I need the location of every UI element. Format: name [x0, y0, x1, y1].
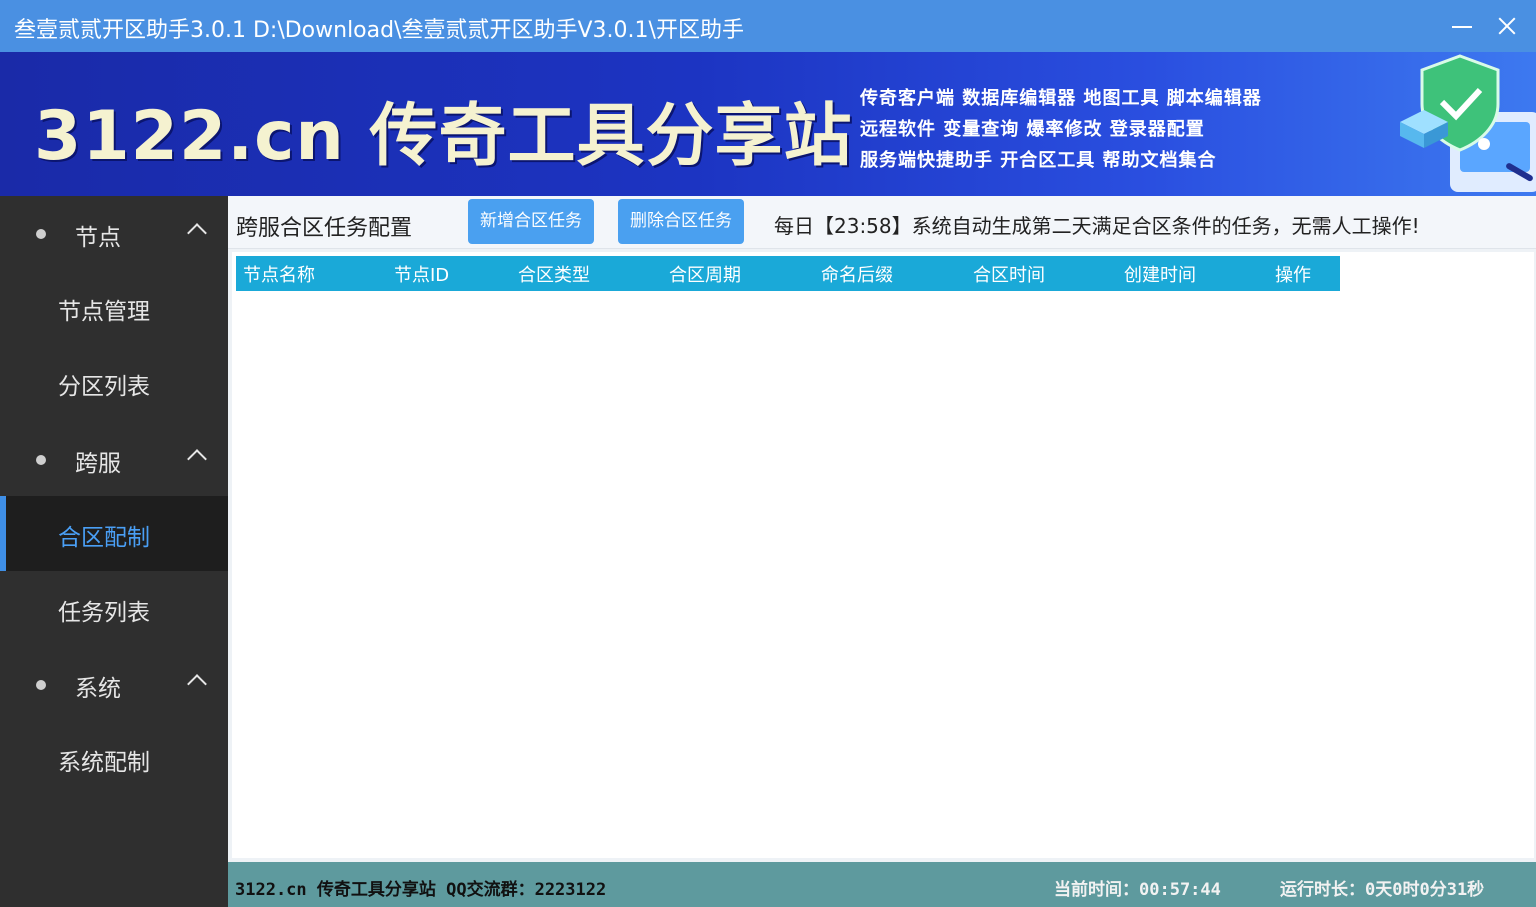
- status-bar: 3122.cn 传奇工具分享站 QQ交流群：2223122 当前时间：00:57…: [228, 862, 1536, 907]
- bullet-icon: [36, 229, 46, 239]
- sidebar: 节点 节点管理 分区列表 跨服 合区配制 任务列表 系统 系统配制: [0, 196, 228, 907]
- column-header-merge-type[interactable]: 合区类型: [518, 261, 590, 287]
- close-icon[interactable]: [1489, 8, 1525, 44]
- delete-merge-task-button[interactable]: 删除合区任务: [618, 199, 744, 244]
- sidebar-group-label: 系统: [75, 676, 121, 702]
- column-header-merge-cycle[interactable]: 合区周期: [669, 261, 741, 287]
- banner-feature-line: 传奇客户端 数据库编辑器 地图工具 脚本编辑器: [860, 88, 1262, 109]
- security-illustration-icon: [1400, 54, 1536, 192]
- title-bar: 叁壹贰贰开区助手3.0.1 D:\Download\叁壹贰贰开区助手V3.0.1…: [0, 0, 1536, 52]
- banner-logo-text: 3122.cn 传奇工具分享站: [34, 97, 853, 176]
- sidebar-item-label: 合区配制: [58, 525, 150, 551]
- schedule-notice: 每日【23:58】系统自动生成第二天满足合区条件的任务，无需人工操作!: [774, 214, 1420, 238]
- status-current-time: 当前时间：00:57:44: [1054, 880, 1221, 900]
- sidebar-item-system-config[interactable]: 系统配制: [0, 721, 228, 796]
- sidebar-item-task-list[interactable]: 任务列表: [0, 571, 228, 646]
- banner-feature-line: 远程软件 变量查询 爆率修改 登录器配置: [860, 119, 1205, 140]
- table-header: 节点名称 节点ID 合区类型 合区周期 命名后缀 合区时间 创建时间 操作: [236, 256, 1340, 291]
- sidebar-item-label: 分区列表: [58, 374, 150, 400]
- sidebar-item-partition-list[interactable]: 分区列表: [0, 345, 228, 420]
- task-table[interactable]: 节点名称 节点ID 合区类型 合区周期 命名后缀 合区时间 创建时间 操作: [232, 252, 1534, 858]
- minimize-icon[interactable]: [1444, 8, 1480, 44]
- bullet-icon: [36, 455, 46, 465]
- main-panel: 跨服合区任务配置 新增合区任务 删除合区任务 每日【23:58】系统自动生成第二…: [228, 196, 1536, 862]
- sidebar-item-merge-config[interactable]: 合区配制: [0, 496, 228, 571]
- sidebar-item-label: 任务列表: [58, 600, 150, 626]
- status-run-time: 运行时长：0天0时0分31秒: [1280, 880, 1485, 900]
- chevron-up-icon[interactable]: [187, 674, 207, 694]
- sidebar-item-label: 系统配制: [58, 750, 150, 776]
- bullet-icon: [36, 680, 46, 690]
- chevron-up-icon[interactable]: [187, 223, 207, 243]
- column-header-node-id[interactable]: 节点ID: [394, 261, 449, 287]
- status-site-info: 3122.cn 传奇工具分享站 QQ交流群：2223122: [235, 880, 607, 900]
- column-header-created-time[interactable]: 创建时间: [1124, 261, 1196, 287]
- sidebar-group-label: 跨服: [75, 451, 121, 477]
- add-merge-task-button[interactable]: 新增合区任务: [468, 199, 594, 244]
- banner-feature-line: 服务端快捷助手 开合区工具 帮助文档集合: [860, 150, 1217, 171]
- sidebar-item-node-management[interactable]: 节点管理: [0, 270, 228, 345]
- column-header-actions[interactable]: 操作: [1275, 261, 1311, 287]
- active-indicator: [0, 496, 6, 571]
- window-title: 叁壹贰贰开区助手3.0.1 D:\Download\叁壹贰贰开区助手V3.0.1…: [14, 18, 744, 43]
- column-header-node-name[interactable]: 节点名称: [243, 261, 315, 287]
- column-header-name-suffix[interactable]: 命名后缀: [821, 261, 893, 287]
- toolbar: 跨服合区任务配置 新增合区任务 删除合区任务 每日【23:58】系统自动生成第二…: [228, 196, 1536, 249]
- page-title: 跨服合区任务配置: [236, 216, 413, 241]
- sidebar-group-node[interactable]: 节点: [0, 196, 228, 270]
- sidebar-group-label: 节点: [75, 225, 121, 251]
- chevron-up-icon[interactable]: [187, 449, 207, 469]
- banner: 3122.cn 传奇工具分享站 传奇客户端 数据库编辑器 地图工具 脚本编辑器 …: [0, 52, 1536, 196]
- column-header-merge-time[interactable]: 合区时间: [973, 261, 1045, 287]
- sidebar-group-cross-server[interactable]: 跨服: [0, 422, 228, 496]
- sidebar-group-system[interactable]: 系统: [0, 647, 228, 721]
- sidebar-item-label: 节点管理: [58, 299, 150, 325]
